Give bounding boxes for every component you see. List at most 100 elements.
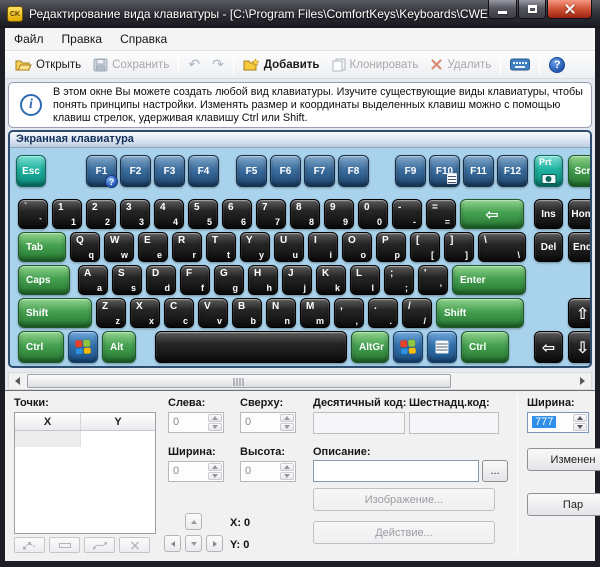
key-semicolon[interactable]: ;;	[384, 265, 414, 295]
help-button[interactable]: ?	[543, 54, 571, 76]
key-2[interactable]: 22	[86, 199, 116, 229]
maximize-button[interactable]	[518, 0, 546, 19]
minimize-button[interactable]	[488, 0, 517, 19]
key-win-right[interactable]	[393, 331, 423, 363]
spin-up-button[interactable]	[573, 414, 587, 422]
delete-button[interactable]: Удалить	[424, 55, 497, 74]
key-y[interactable]: Yy	[240, 232, 270, 262]
scroll-left-button[interactable]	[9, 373, 26, 389]
nudge-left-button[interactable]	[164, 535, 181, 552]
spin-down-button[interactable]	[280, 423, 294, 431]
key-i[interactable]: Ii	[308, 232, 338, 262]
key-t[interactable]: Tt	[206, 232, 236, 262]
scroll-right-button[interactable]	[574, 373, 591, 389]
spin-up-button[interactable]	[208, 463, 222, 471]
key-alt[interactable]: Alt	[102, 331, 136, 363]
key-6[interactable]: 66	[222, 199, 252, 229]
nudge-down-button[interactable]	[185, 535, 202, 552]
add-button[interactable]: Добавить	[237, 55, 326, 75]
spin-up-button[interactable]	[208, 414, 222, 422]
key-u[interactable]: Uu	[274, 232, 304, 262]
key-d[interactable]: Dd	[146, 265, 176, 295]
close-button[interactable]	[547, 0, 592, 19]
key-n[interactable]: Nn	[266, 298, 296, 328]
key-z[interactable]: Zz	[96, 298, 126, 328]
spin-down-button[interactable]	[280, 472, 294, 480]
key-esc[interactable]: Esc	[16, 155, 46, 187]
key-print-screen[interactable]: Prt	[534, 155, 563, 187]
key-m[interactable]: Mm	[300, 298, 330, 328]
key-scroll-lock[interactable]: Scr	[568, 155, 592, 187]
action-button[interactable]: Действие...	[313, 521, 495, 544]
key-enter[interactable]: Enter	[452, 265, 526, 295]
key-f10[interactable]: F10	[429, 155, 460, 187]
key-minus[interactable]: --	[392, 199, 422, 229]
rectangle-button[interactable]	[49, 537, 80, 553]
key-shift-left[interactable]: Shift	[18, 298, 92, 328]
key-q[interactable]: Qq	[70, 232, 100, 262]
browse-button[interactable]: ...	[482, 460, 508, 482]
key-caps[interactable]: Caps	[18, 265, 70, 295]
key-f3[interactable]: F3	[154, 155, 185, 187]
key-f1[interactable]: F1?	[86, 155, 117, 187]
points-table[interactable]: X Y	[14, 412, 156, 534]
top-spinner[interactable]: 0	[240, 412, 296, 433]
table-row[interactable]	[15, 431, 155, 447]
key-h[interactable]: Hh	[248, 265, 278, 295]
undo-button[interactable]: ↶	[182, 55, 206, 75]
key-f8[interactable]: F8	[338, 155, 369, 187]
key-5[interactable]: 55	[188, 199, 218, 229]
key-f[interactable]: Ff	[180, 265, 210, 295]
key-quote[interactable]: ''	[418, 265, 448, 295]
key-l[interactable]: Ll	[350, 265, 380, 295]
left-spinner[interactable]: 0	[168, 412, 224, 433]
key-backquote[interactable]: ``	[18, 199, 48, 229]
key-arrow-left[interactable]: ⇦	[534, 331, 563, 363]
kb-width-spinner[interactable]: 777	[527, 412, 589, 433]
key-4[interactable]: 44	[154, 199, 184, 229]
key-equals[interactable]: ==	[426, 199, 456, 229]
key-f5[interactable]: F5	[236, 155, 267, 187]
key-o[interactable]: Oo	[342, 232, 372, 262]
key-win-left[interactable]	[68, 331, 98, 363]
height-spinner[interactable]: 0	[240, 461, 296, 482]
spin-down-button[interactable]	[573, 423, 587, 431]
key-arrow-up[interactable]: ⇧	[568, 298, 592, 328]
redo-button[interactable]: ↷	[206, 55, 230, 75]
key-g[interactable]: Gg	[214, 265, 244, 295]
key-p[interactable]: Pp	[376, 232, 406, 262]
key-k[interactable]: Kk	[316, 265, 346, 295]
image-button[interactable]: Изображение...	[313, 488, 495, 511]
scrollbar-thumb[interactable]	[27, 374, 451, 388]
key-backslash[interactable]: \\	[478, 232, 526, 262]
spin-up-button[interactable]	[280, 463, 294, 471]
horizontal-scrollbar[interactable]	[8, 372, 592, 390]
key-0[interactable]: 00	[358, 199, 388, 229]
key-bracket-left[interactable]: [[	[410, 232, 440, 262]
key-menu-key[interactable]	[427, 331, 457, 363]
key-f4[interactable]: F4	[188, 155, 219, 187]
key-j[interactable]: Jj	[282, 265, 312, 295]
nudge-right-button[interactable]	[206, 535, 223, 552]
clone-button[interactable]: Клонировать	[326, 55, 425, 75]
key-b[interactable]: Bb	[232, 298, 262, 328]
key-del[interactable]: Del	[534, 232, 563, 262]
key-w[interactable]: Ww	[104, 232, 134, 262]
spin-up-button[interactable]	[280, 414, 294, 422]
key-f12[interactable]: F12	[497, 155, 528, 187]
change-button[interactable]: Изменен	[527, 448, 600, 471]
key-tab[interactable]: Tab	[18, 232, 66, 262]
key-comma[interactable]: ,,	[334, 298, 364, 328]
key-1[interactable]: 11	[52, 199, 82, 229]
key-f7[interactable]: F7	[304, 155, 335, 187]
key-period[interactable]: ..	[368, 298, 398, 328]
description-field[interactable]	[313, 460, 479, 482]
spin-down-button[interactable]	[208, 472, 222, 480]
polyline-button[interactable]	[84, 537, 115, 553]
key-home[interactable]: Hom	[568, 199, 592, 229]
key-7[interactable]: 77	[256, 199, 286, 229]
key-e[interactable]: Ee	[138, 232, 168, 262]
key-f9[interactable]: F9	[395, 155, 426, 187]
column-header-y[interactable]: Y	[81, 413, 155, 430]
key-ctrl-left[interactable]: Ctrl	[18, 331, 64, 363]
